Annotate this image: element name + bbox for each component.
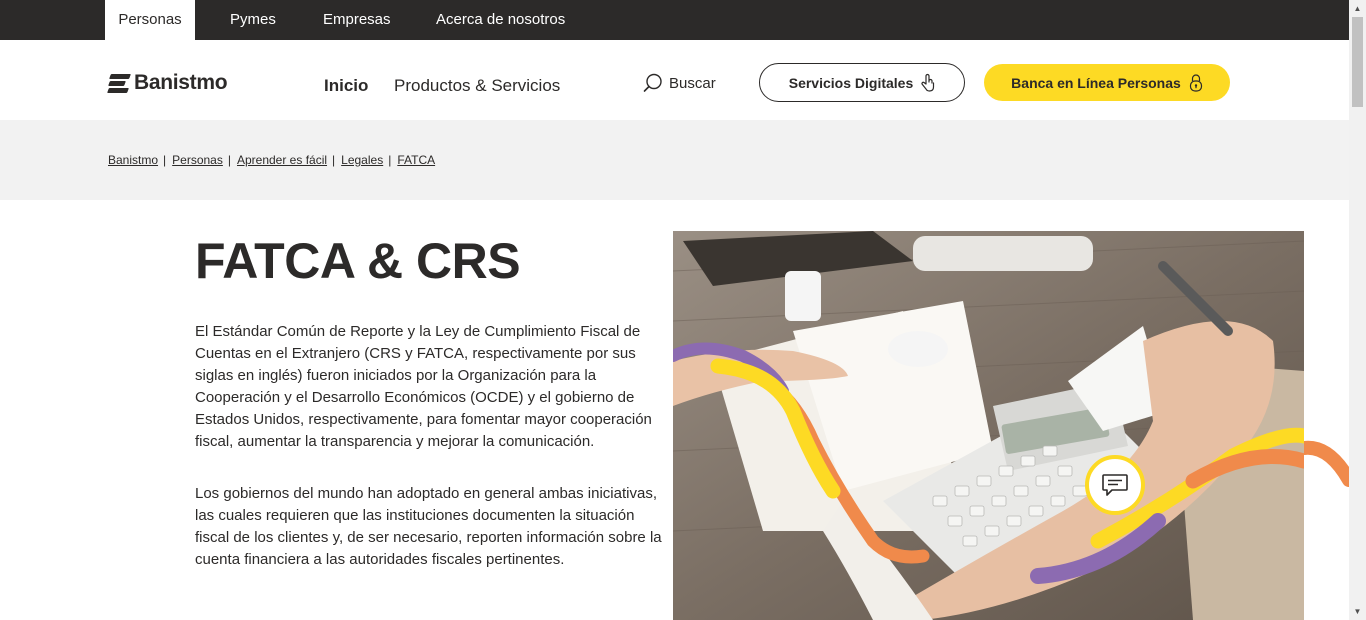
- main-header: Banistmo Inicio Productos & Servicios Bu…: [0, 40, 1349, 120]
- nav-productos-servicios[interactable]: Productos & Servicios: [394, 76, 560, 96]
- segment-acerca[interactable]: Acerca de nosotros: [436, 0, 565, 40]
- breadcrumb-aprender[interactable]: Aprender es fácil: [237, 153, 327, 167]
- breadcrumb-bar: Banistmo | Personas | Aprender es fácil …: [0, 120, 1349, 200]
- servicios-digitales-label: Servicios Digitales: [788, 74, 914, 91]
- intro-paragraph: El Estándar Común de Reporte y la Ley de…: [195, 323, 652, 450]
- segment-empresas[interactable]: Empresas: [323, 0, 391, 40]
- scroll-down-arrow-icon[interactable]: ▼: [1349, 603, 1366, 620]
- breadcrumb-separator: |: [388, 153, 392, 167]
- search-label: Buscar: [669, 74, 716, 92]
- calculator-desk-illustration: [673, 231, 1304, 620]
- chat-button[interactable]: [1085, 455, 1145, 515]
- hero-image: [673, 231, 1304, 620]
- breadcrumb: Banistmo | Personas | Aprender es fácil …: [108, 153, 435, 167]
- breadcrumb-separator: |: [227, 153, 231, 167]
- nav-inicio[interactable]: Inicio: [324, 76, 368, 96]
- segment-pymes[interactable]: Pymes: [230, 0, 276, 40]
- scroll-thumb[interactable]: [1352, 17, 1363, 107]
- banistmo-logo[interactable]: Banistmo: [107, 71, 228, 95]
- lock-icon: [1189, 73, 1202, 92]
- breadcrumb-fatca[interactable]: FATCA: [397, 153, 435, 167]
- scroll-up-arrow-icon[interactable]: ▲: [1349, 0, 1366, 17]
- hand-pointer-icon: [921, 73, 935, 92]
- banistmo-logo-mark: [107, 73, 131, 93]
- ribbon-decoration: [1304, 440, 1349, 487]
- breadcrumb-separator: |: [163, 153, 167, 167]
- segment-bar: Personas Pymes Empresas Acerca de nosotr…: [0, 0, 1349, 40]
- chat-icon: [1102, 474, 1128, 496]
- breadcrumb-personas[interactable]: Personas: [172, 153, 223, 167]
- search-button[interactable]: Buscar: [643, 73, 716, 93]
- segment-personas[interactable]: Personas: [105, 0, 195, 40]
- vertical-scrollbar[interactable]: ▲ ▼: [1349, 0, 1366, 620]
- search-icon: [643, 73, 662, 92]
- breadcrumb-legales[interactable]: Legales: [341, 153, 383, 167]
- logo-text: Banistmo: [134, 71, 228, 94]
- servicios-digitales-button[interactable]: Servicios Digitales: [759, 63, 965, 102]
- banca-en-linea-label: Banca en Línea Personas: [1011, 74, 1181, 91]
- second-paragraph: Los gobiernos del mundo han adoptado en …: [195, 485, 662, 568]
- breadcrumb-banistmo[interactable]: Banistmo: [108, 153, 158, 167]
- banca-en-linea-button[interactable]: Banca en Línea Personas: [984, 64, 1230, 101]
- page-title: FATCA & CRS: [195, 233, 521, 289]
- breadcrumb-separator: |: [332, 153, 336, 167]
